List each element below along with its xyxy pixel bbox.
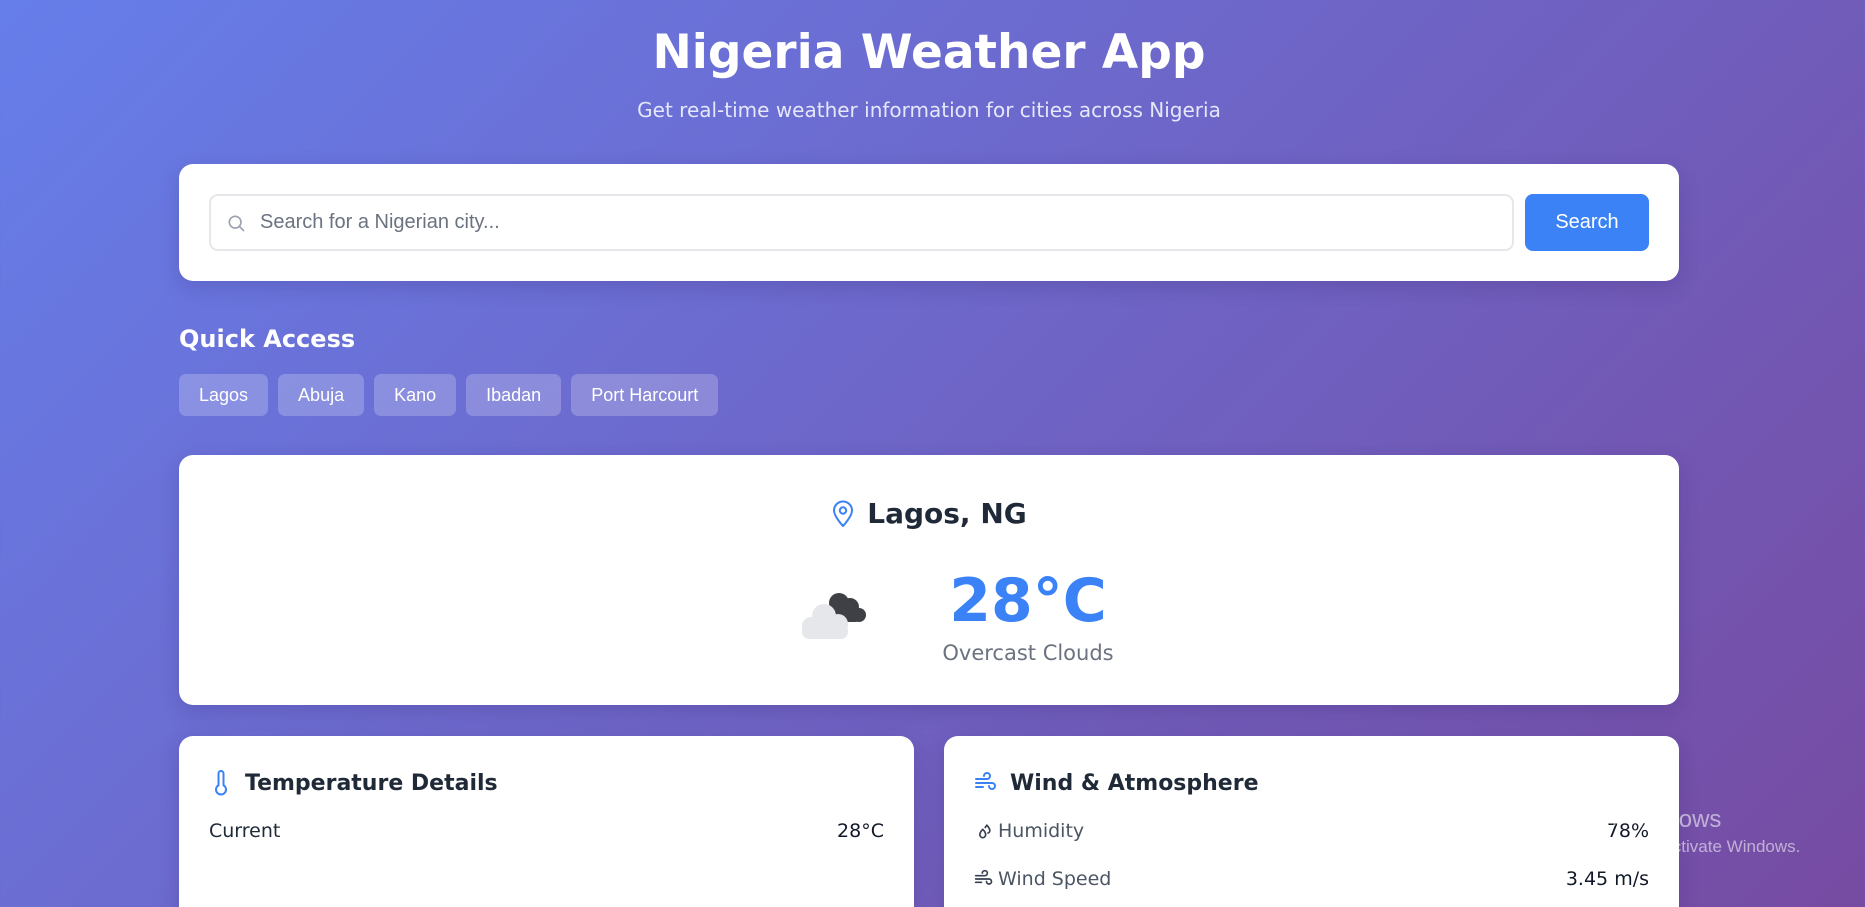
temperature-current-value: 28°C bbox=[837, 820, 884, 842]
search-box[interactable] bbox=[209, 194, 1514, 251]
quick-access-ibadan[interactable]: Ibadan bbox=[466, 374, 562, 416]
page-title: Nigeria Weather App bbox=[652, 25, 1206, 80]
search-icon bbox=[226, 213, 246, 233]
map-pin-icon bbox=[831, 500, 855, 528]
location-name: Lagos, NG bbox=[867, 497, 1027, 530]
wind-speed-value: 3.45 m/s bbox=[1565, 868, 1649, 890]
wind-atmosphere-header: Wind & Atmosphere bbox=[974, 770, 1259, 796]
humidity-value: 78% bbox=[1606, 820, 1649, 842]
wind-speed-label: Wind Speed bbox=[998, 868, 1112, 890]
location-row: Lagos, NG bbox=[179, 497, 1679, 530]
search-button[interactable]: Search bbox=[1525, 194, 1649, 251]
wind-icon bbox=[974, 770, 998, 796]
temperature-current-row: Current 28°C bbox=[209, 819, 884, 843]
quick-access-title: Quick Access bbox=[179, 325, 356, 353]
thermometer-icon bbox=[209, 770, 233, 796]
current-temperature: 28°C bbox=[949, 566, 1107, 636]
search-input[interactable] bbox=[260, 196, 1512, 249]
temperature-details-card: Temperature Details Current 28°C bbox=[179, 736, 914, 907]
search-card: Search bbox=[179, 164, 1679, 281]
quick-access-list: Lagos Abuja Kano Ibadan Port Harcourt bbox=[179, 374, 719, 416]
temperature-details-header: Temperature Details bbox=[209, 770, 498, 796]
quick-access-port-harcourt[interactable]: Port Harcourt bbox=[571, 374, 719, 416]
humidity-label: Humidity bbox=[998, 820, 1085, 842]
humidity-row: Humidity 78% bbox=[974, 819, 1649, 843]
humidity-label-group: Humidity bbox=[974, 819, 1084, 843]
wind-atmosphere-card: Wind & Atmosphere Humidity 78% Wind Spee… bbox=[944, 736, 1679, 907]
quick-access-kano[interactable]: Kano bbox=[374, 374, 457, 416]
current-weather-card: Lagos, NG 28°C Overcast Clouds bbox=[179, 455, 1679, 705]
quick-access-abuja[interactable]: Abuja bbox=[278, 374, 365, 416]
overcast-clouds-icon bbox=[793, 581, 873, 641]
page-subtitle: Get real-time weather information for ci… bbox=[637, 98, 1221, 122]
wind-speed-icon bbox=[974, 869, 994, 889]
wind-speed-row: Wind Speed 3.45 m/s bbox=[974, 867, 1649, 891]
wind-speed-label-group: Wind Speed bbox=[974, 867, 1111, 891]
temperature-current-label: Current bbox=[209, 820, 281, 842]
wind-atmosphere-title: Wind & Atmosphere bbox=[1010, 770, 1259, 796]
droplets-icon bbox=[974, 821, 994, 841]
quick-access-lagos[interactable]: Lagos bbox=[179, 374, 269, 416]
weather-description: Overcast Clouds bbox=[942, 641, 1114, 665]
temperature-details-title: Temperature Details bbox=[245, 770, 498, 796]
